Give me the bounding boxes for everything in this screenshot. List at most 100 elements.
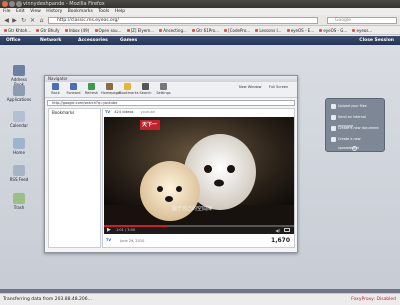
title-bar: vinnydeshpande - Mozilla Firefox: [0, 0, 400, 8]
menu-file[interactable]: File: [3, 9, 11, 14]
search-icon: [142, 83, 149, 90]
volume-icon[interactable]: ◀): [275, 228, 280, 233]
menu-history[interactable]: History: [46, 9, 62, 14]
url-bar[interactable]: http://classic.ms.eyeos.org/: [48, 17, 318, 24]
desktop-icon-home[interactable]: Home: [6, 138, 32, 155]
desktop-icon-applications[interactable]: Applications: [6, 85, 32, 102]
menu-bar: File Edit View History Bookmarks Tools H…: [0, 8, 400, 15]
navigation-toolbar: ◀ ▶ ↻ ✕ ⌂ http://classic.ms.eyeos.org/ G…: [0, 15, 400, 26]
bookmark-item[interactable]: Ansecting...: [159, 26, 187, 34]
bookmark-item[interactable]: Gtr 61Pro...: [192, 26, 219, 34]
desktop-icon-label: RSS Feed: [9, 177, 29, 182]
menu-tools[interactable]: Tools: [98, 9, 109, 14]
bookmark-item[interactable]: Inbox (49): [64, 26, 89, 34]
maximize-window-button[interactable]: [16, 1, 22, 7]
full-screen-button[interactable]: Full Screen: [269, 85, 288, 89]
send-message-button[interactable]: Send an internal message: [330, 113, 382, 128]
bookmark-item[interactable]: [CodePro...: [224, 26, 250, 34]
web-page-view: TV 424 videos youtube 天下一 屬于自己的空間陣 ▶ 1:0…: [102, 108, 295, 248]
nav-bookmarks-button[interactable]: Bookmarks: [119, 83, 139, 95]
bookmarks-sidebar-label[interactable]: Bookmarks: [52, 110, 74, 115]
desktop-icon-calendar[interactable]: Calendar: [6, 111, 32, 128]
nav-forward-button[interactable]: Forward: [65, 83, 82, 95]
channel-name: youtube: [140, 110, 155, 114]
menu-bookmarks[interactable]: Bookmarks: [68, 9, 93, 14]
refresh-icon: [88, 83, 95, 90]
view-count: 1,670: [271, 237, 290, 244]
panel-collapse-icon[interactable]: [352, 146, 357, 151]
menu-view[interactable]: View: [30, 9, 41, 14]
nav-search-button[interactable]: Search: [137, 83, 154, 95]
navigator-url-input[interactable]: http://google.com/search?q=youtube: [47, 100, 295, 106]
fullscreen-icon[interactable]: [284, 228, 290, 232]
nav-homepage-button[interactable]: Homepage: [101, 83, 120, 95]
desktop-icon-label: Home: [13, 150, 25, 155]
eyeos-accessories-menu[interactable]: Accessories: [78, 36, 108, 45]
desktop-icon-trash[interactable]: Trash: [6, 193, 32, 210]
video-progress-fill: [104, 225, 167, 227]
menu-help[interactable]: Help: [115, 9, 125, 14]
desktop-icon-label: Calendar: [10, 123, 28, 128]
house-icon: [106, 83, 113, 90]
forward-icon[interactable]: ▶: [11, 17, 18, 24]
navigator-window: Navigator Back Forward Refresh Homepage …: [44, 75, 298, 253]
desktop-icon-rss[interactable]: RSS Feed: [6, 165, 32, 182]
forward-arrow-icon: [70, 83, 77, 90]
status-bar: Transferring data from 203.88.48.206... …: [0, 293, 400, 305]
close-window-button[interactable]: [2, 1, 8, 7]
home-folder-icon: [13, 138, 25, 149]
eyeos-network-menu[interactable]: Network: [40, 36, 61, 45]
bookmarks-toolbar: Gtr Khtoh... Gtr Bhufy Inbox (49) Open s…: [0, 26, 400, 35]
bookmark-item[interactable]: Gtr Khtoh...: [4, 26, 31, 34]
nav-settings-button[interactable]: Settings: [155, 83, 172, 95]
video-subtitle: 屬于自己的空間陣: [172, 206, 213, 212]
search-input[interactable]: Google: [327, 17, 397, 24]
new-document-button[interactable]: Create a new document: [330, 124, 382, 133]
desktop-icon-label: Applications: [6, 97, 32, 102]
desktop-icon-label: Trash: [13, 205, 25, 210]
bookmark-item[interactable]: Lessons I...: [255, 26, 281, 34]
menu-edit[interactable]: Edit: [16, 9, 25, 14]
back-arrow-icon: [52, 83, 59, 90]
video-controls: ▶ 1:01 / 3:00 ◀): [104, 225, 294, 234]
bookmark-item[interactable]: Open sou...: [94, 26, 121, 34]
eyeos-office-menu[interactable]: Office: [6, 36, 21, 45]
bookmark-item[interactable]: Gtr Bhufy: [36, 26, 60, 34]
firefox-window: vinnydeshpande - Mozilla Firefox File Ed…: [0, 0, 400, 305]
minimize-window-button[interactable]: [9, 1, 15, 7]
home-icon[interactable]: ⌂: [38, 17, 45, 24]
trash-icon: [13, 193, 25, 204]
desktop-icon-address-book[interactable]: Address Book: [6, 65, 32, 87]
upload-files-button[interactable]: Upload your files: [330, 102, 382, 111]
star-icon: [124, 83, 131, 90]
new-spreadsheet-button[interactable]: Create a new spreadsheet: [330, 135, 382, 150]
bookmark-item[interactable]: eyeos...: [352, 26, 372, 34]
eyeos-top-bar: Office Network Accessories Games Close S…: [0, 36, 400, 45]
video-time: 1:01 / 3:00: [116, 228, 136, 232]
video-progress-bar[interactable]: [104, 225, 294, 227]
video-date: June 29, 2010: [120, 239, 145, 243]
video-channel-caption: 天下一: [142, 122, 158, 128]
eyeos-games-menu[interactable]: Games: [120, 36, 137, 45]
bookmark-item[interactable]: eyeOS - E...: [286, 26, 314, 34]
youtube-header: TV 424 videos youtube: [103, 109, 294, 116]
new-window-button[interactable]: New Window: [239, 85, 262, 89]
window-title: vinnydeshpande - Mozilla Firefox: [23, 1, 105, 7]
youtube-small-logo: TV: [106, 238, 112, 242]
rss-feed-icon: [13, 165, 25, 176]
play-pause-icon[interactable]: ▶: [107, 228, 111, 233]
nav-back-button[interactable]: Back: [47, 83, 64, 95]
bookmark-item[interactable]: eyeOS - G...: [319, 26, 347, 34]
reload-icon[interactable]: ↻: [20, 17, 27, 24]
stop-icon[interactable]: ✕: [29, 17, 36, 24]
foxyproxy-status[interactable]: FoxyProxy: Disabled: [351, 294, 396, 305]
calendar-icon: [13, 111, 25, 122]
address-book-icon: [13, 65, 25, 76]
close-session-button[interactable]: Close Session: [359, 36, 394, 45]
video-player[interactable]: 天下一 屬于自己的空間陣: [104, 117, 294, 225]
bookmark-item[interactable]: [Z] Elyem...: [126, 26, 154, 34]
wrench-icon: [160, 83, 167, 90]
nav-refresh-button[interactable]: Refresh: [83, 83, 100, 95]
status-text: Transferring data from 203.88.48.206...: [3, 297, 92, 302]
back-icon[interactable]: ◀: [3, 17, 10, 24]
